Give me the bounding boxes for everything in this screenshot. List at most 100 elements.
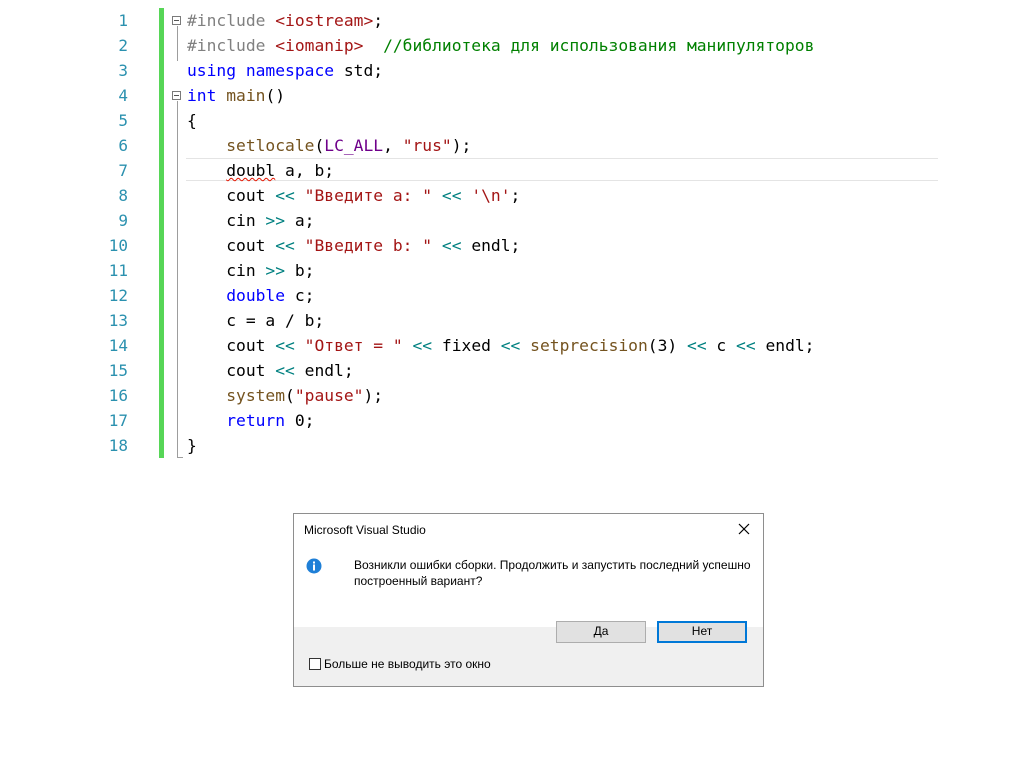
code-line[interactable]: cout << endl; bbox=[187, 358, 354, 383]
code-token: b; bbox=[285, 261, 315, 280]
code-token: "pause" bbox=[294, 386, 364, 405]
code-token: #include bbox=[187, 36, 276, 55]
line-number: 18 bbox=[108, 436, 128, 455]
code-line[interactable]: } bbox=[187, 433, 197, 458]
close-icon[interactable] bbox=[729, 516, 759, 542]
code-line[interactable]: cin >> a; bbox=[187, 208, 314, 233]
collapse-main-icon[interactable] bbox=[172, 91, 181, 100]
dialog-message: Возникли ошибки сборки. Продолжить и зап… bbox=[354, 558, 751, 588]
code-token: c = a / b; bbox=[187, 311, 325, 330]
code-token: '\n' bbox=[471, 186, 511, 205]
line-number: 3 bbox=[118, 61, 128, 80]
code-line[interactable]: cout << "Ответ = " << fixed << setprecis… bbox=[187, 333, 814, 358]
code-token: ; bbox=[510, 186, 521, 205]
code-line[interactable]: cin >> b; bbox=[187, 258, 314, 283]
code-token: fixed bbox=[432, 336, 501, 355]
dialog-titlebar: Microsoft Visual Studio bbox=[294, 514, 763, 545]
code-line[interactable]: { bbox=[187, 108, 197, 133]
code-token: c bbox=[706, 336, 737, 355]
dont-show-again-checkbox[interactable]: Больше не выводить это окно bbox=[309, 656, 491, 672]
code-token: << bbox=[275, 236, 295, 255]
yes-button[interactable]: Да bbox=[556, 621, 646, 643]
code-line[interactable]: using namespace std; bbox=[187, 58, 383, 83]
code-line[interactable]: doubl a, b; bbox=[187, 158, 334, 183]
code-token: 0; bbox=[285, 411, 315, 430]
no-button[interactable]: Нет bbox=[657, 621, 747, 643]
code-token: a, b; bbox=[275, 161, 335, 180]
line-number: 4 bbox=[118, 86, 128, 105]
code-line[interactable]: system("pause"); bbox=[187, 383, 383, 408]
code-line[interactable]: #include <iostream>; bbox=[187, 8, 383, 33]
code-line[interactable]: cout << "Введите a: " << '\n'; bbox=[187, 183, 520, 208]
line-number: 16 bbox=[108, 386, 128, 405]
code-token: { bbox=[187, 111, 197, 130]
line-number: 10 bbox=[108, 236, 128, 255]
code-token: c; bbox=[285, 286, 315, 305]
code-token: return bbox=[226, 411, 286, 430]
code-line[interactable]: #include <iomanip> //библиотека для испо… bbox=[187, 33, 814, 58]
outline-guide bbox=[177, 26, 178, 61]
line-number: 8 bbox=[118, 186, 128, 205]
line-number: 14 bbox=[108, 336, 128, 355]
checkbox-box[interactable] bbox=[309, 658, 321, 670]
code-token: cout bbox=[187, 236, 276, 255]
code-line[interactable]: setlocale(LC_ALL, "rus"); bbox=[187, 133, 471, 158]
code-token: ); bbox=[363, 386, 384, 405]
code-token: endl; bbox=[461, 236, 521, 255]
build-errors-dialog: Microsoft Visual Studio Возникли ошибки … bbox=[293, 513, 764, 687]
code-token: endl; bbox=[755, 336, 815, 355]
change-tracking-bar bbox=[159, 8, 164, 458]
code-token: ; bbox=[373, 11, 384, 30]
code-token: >> bbox=[265, 211, 286, 230]
line-number: 7 bbox=[118, 161, 128, 180]
code-editor[interactable]: 1 2 3 4 5 6 7 8 9 10 11 12 13 14 15 16 17 18 #include <io… bbox=[0, 0, 1024, 470]
code-token: <iomanip> bbox=[275, 36, 364, 55]
outline-guide-end bbox=[177, 457, 183, 458]
code-token: << bbox=[441, 236, 462, 255]
code-token: << bbox=[500, 336, 521, 355]
code-line[interactable]: int main() bbox=[187, 83, 285, 108]
code-token: cout bbox=[187, 186, 276, 205]
code-token: //библиотека для использования манипулят… bbox=[383, 36, 815, 55]
collapse-include-icon[interactable] bbox=[172, 16, 181, 25]
code-line[interactable]: double c; bbox=[187, 283, 314, 308]
line-number: 2 bbox=[118, 36, 128, 55]
line-number: 11 bbox=[108, 261, 128, 280]
line-number: 12 bbox=[108, 286, 128, 305]
code-token: system bbox=[226, 386, 286, 405]
code-token: #include bbox=[187, 11, 276, 30]
code-token: LC_ALL bbox=[324, 136, 384, 155]
line-number: 15 bbox=[108, 361, 128, 380]
code-token: ( bbox=[285, 386, 295, 405]
info-icon bbox=[306, 558, 322, 574]
code-line[interactable]: cout << "Введите b: " << endl; bbox=[187, 233, 520, 258]
line-number: 17 bbox=[108, 411, 128, 430]
code-token: >> bbox=[265, 261, 286, 280]
code-line[interactable]: return 0; bbox=[187, 408, 314, 433]
code-token: << bbox=[441, 186, 462, 205]
code-token: <iostream> bbox=[275, 11, 374, 30]
line-number: 13 bbox=[108, 311, 128, 330]
code-token: endl; bbox=[294, 361, 354, 380]
code-token: () bbox=[265, 86, 286, 105]
code-token: << bbox=[275, 361, 295, 380]
outline-guide bbox=[177, 101, 178, 458]
code-token: a; bbox=[285, 211, 315, 230]
code-token: << bbox=[412, 336, 433, 355]
code-token: double bbox=[226, 286, 286, 305]
code-token: << bbox=[736, 336, 756, 355]
code-token: << bbox=[275, 186, 295, 205]
code-token: setprecision bbox=[530, 336, 648, 355]
code-line[interactable]: c = a / b; bbox=[187, 308, 324, 333]
code-token: ( bbox=[314, 136, 325, 155]
